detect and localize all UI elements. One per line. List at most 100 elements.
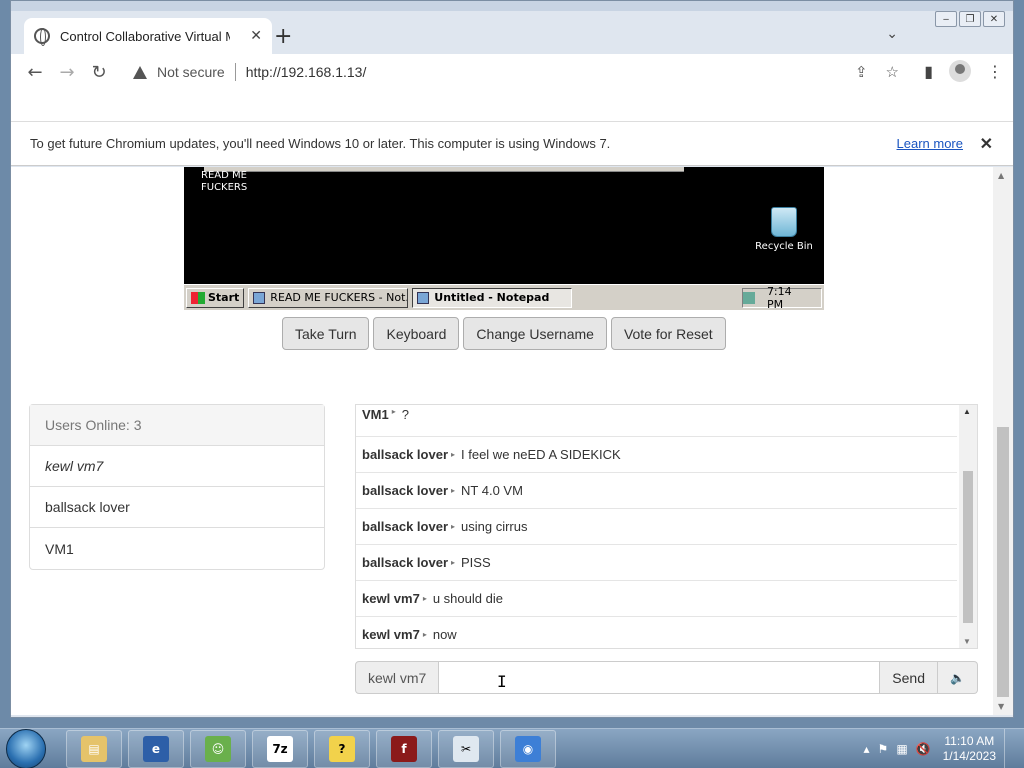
help-icon: ? [329,735,355,762]
reload-icon[interactable]: ↻ [83,62,115,83]
tab-active[interactable]: Control Collaborative Virtual Ma ✕ [24,18,272,54]
users-online-panel: Users Online: 3 kewl vm7 ballsack lover … [29,404,325,570]
user-item: VM1 [45,540,74,557]
taskbar-app-7zip[interactable]: 7z [252,729,308,768]
infobar-close-icon[interactable]: ✕ [980,134,993,154]
chat-arrow-icon: ▸ [451,522,456,531]
chat-text: NT 4.0 VM [461,483,523,498]
new-tab-button[interactable]: + [274,24,292,49]
chat-scroll-thumb[interactable] [963,471,973,623]
share-icon[interactable]: ⇪ [855,63,868,81]
recycle-bin[interactable]: Recycle Bin [754,207,814,252]
page-scrollbar[interactable]: ▲ ▼ [993,167,1013,715]
system-clock[interactable]: 11:10 AM 1/14/2023 [943,734,996,764]
tray-expand-icon[interactable]: ▴ [864,742,870,756]
browser-toolbar: ← → ↻ Not secure http://192.168.1.13/ ⇪ … [11,54,1013,90]
vm-taskbar[interactable]: Start READ ME FUCKERS - Not... Untitled … [184,284,824,311]
tray-icons: ▴ ⚑ ▦ 🔇 [864,742,931,756]
tab-search-chevron-icon[interactable]: ⌄ [886,26,898,42]
chat-arrow-icon: ▸ [422,594,427,603]
vm-start-button[interactable]: Start [186,287,245,308]
taskbar-app-help[interactable]: ? [314,729,370,768]
show-desktop-button[interactable] [1004,729,1018,768]
chat-username: kewl vm7 [362,591,420,606]
chat-arrow-icon: ▸ [391,407,396,416]
profile-avatar-icon[interactable] [949,60,971,82]
taskbar-app-chromium[interactable]: ◉ [500,729,556,768]
bookmark-bar [11,90,1013,122]
taskbar-app-snipping[interactable]: ✂ [438,729,494,768]
globe-icon [34,28,50,46]
notepad-icon [253,291,266,304]
people-icon: ☺ [205,735,231,762]
scroll-up-arrow-icon[interactable]: ▲ [998,171,1004,180]
chat-message: VM1 ▸? [356,405,957,437]
infobar-message: To get future Chromium updates, you'll n… [30,136,611,151]
snipping-icon: ✂ [453,735,479,762]
taskbar-app-people[interactable]: ☺ [190,729,246,768]
chat-message: kewl vm7 ▸ now [356,617,957,648]
scroll-down-arrow-icon[interactable]: ▼ [963,637,971,646]
forward-arrow-icon[interactable]: → [51,62,83,83]
users-online-header: Users Online: 3 [30,405,324,446]
vm-desktop-icon-label: READ ME FUCKERS [201,170,248,193]
scroll-down-arrow-icon[interactable]: ▼ [998,702,1004,711]
windows-start-orb-icon[interactable] [6,728,46,768]
menu-kebab-icon[interactable]: ⋮ [987,62,1003,81]
chat-arrow-icon: ▸ [451,450,456,459]
chat-scrollbar[interactable]: ▲ ▼ [959,405,977,648]
warning-icon [133,65,147,79]
chat-message: ballsack lover ▸ I feel we neED A SIDEKICK [356,437,957,473]
taskbar-app-ie-style[interactable]: e [128,729,184,768]
address-bar[interactable]: Not secure http://192.168.1.13/ ⇪ ☆ [123,56,913,88]
vm-start-label: Start [208,291,240,304]
chat-username: ballsack lover [362,555,448,570]
keyboard-button[interactable]: Keyboard [373,317,460,350]
username-addon: kewl vm7 [355,661,440,694]
page-scroll-thumb[interactable] [997,427,1009,697]
flash-icon: f [391,735,417,762]
chat-arrow-icon: ▸ [422,630,427,639]
network-icon[interactable] [743,291,755,304]
explorer-icon: ▤ [81,735,107,762]
vm-clock: 7:14 PM [766,284,792,311]
take-turn-button[interactable]: Take Turn [282,317,370,350]
vm-task-readme[interactable]: READ ME FUCKERS - Not... [248,287,409,308]
windows-taskbar: ▤ e ☺ 7z? f ✂ ◉ ▴ ⚑ ▦ 🔇 11:10 AM 1/14/2023 [0,728,1024,768]
change-username-button[interactable]: Change Username [463,317,607,350]
page-content: READ ME FUCKERS Recycle Bin Start READ M… [11,167,993,715]
scroll-up-arrow-icon[interactable]: ▲ [963,407,971,416]
vm-task-notepad[interactable]: Untitled - Notepad [412,287,573,308]
side-panel-icon[interactable]: ▮ [924,62,933,81]
speaker-icon[interactable]: 🔈 [938,661,978,694]
chat-message: kewl vm7 ▸ u should die [356,581,957,617]
chat-arrow-icon: ▸ [451,486,456,495]
volume-muted-icon[interactable]: 🔇 [916,742,931,756]
learn-more-link[interactable]: Learn more [897,136,963,151]
bookmark-star-icon[interactable]: ☆ [886,63,899,81]
back-arrow-icon[interactable]: ← [19,62,51,83]
chat-username: VM1 [362,407,389,422]
vote-reset-button[interactable]: Vote for Reset [610,317,726,350]
vm-task-label: Untitled - Notepad [434,291,550,304]
vm-task-label: READ ME FUCKERS - Not... [270,291,409,304]
not-secure-label[interactable]: Not secure [157,64,225,80]
network-icon[interactable]: ▦ [896,742,907,756]
chat-arrow-icon: ▸ [451,558,456,567]
tab-title: Control Collaborative Virtual Ma [60,28,230,44]
taskbar-app-explorer[interactable]: ▤ [66,729,122,768]
taskbar-app-flash[interactable]: f [376,729,432,768]
action-center-flag-icon[interactable]: ⚑ [878,742,889,756]
system-tray: ▴ ⚑ ▦ 🔇 11:10 AM 1/14/2023 [864,729,1018,768]
update-infobar: To get future Chromium updates, you'll n… [11,122,1013,166]
vm-control-buttons: Take Turn Keyboard Change Username Vote … [282,317,726,350]
recycle-bin-icon [771,207,797,237]
chat-panel[interactable]: VM1 ▸? ballsack lover ▸ I feel we neED A SID… [355,404,978,649]
vm-tray: 7:14 PM [742,284,822,311]
tab-close-icon[interactable]: ✕ [250,28,262,44]
vm-window-edge [204,167,684,172]
url-text[interactable]: http://192.168.1.13/ [246,64,367,80]
chat-username: ballsack lover [362,519,448,534]
send-button[interactable]: Send [879,661,938,694]
user-item: ballsack lover [30,487,324,528]
